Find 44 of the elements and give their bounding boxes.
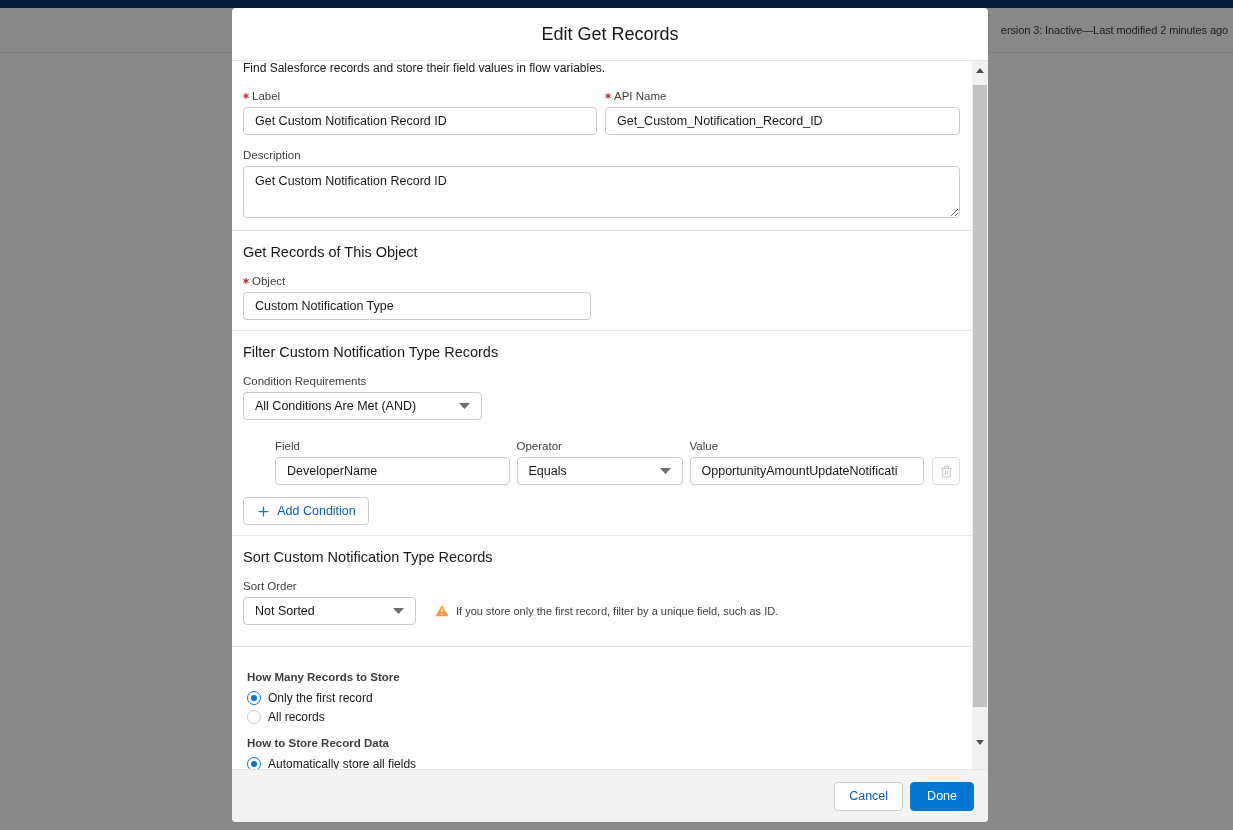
add-condition-button[interactable]: Add Condition bbox=[243, 497, 369, 525]
section-title: Sort Custom Notification Type Records bbox=[243, 549, 494, 565]
group-title: How Many Records to Store bbox=[247, 671, 401, 683]
plus-icon bbox=[256, 503, 272, 519]
scroll-up-icon[interactable] bbox=[976, 68, 984, 73]
radio-label: All records bbox=[268, 709, 325, 724]
field-label: Operator bbox=[516, 440, 562, 452]
field-label: Sort Order bbox=[243, 580, 297, 592]
section-title: Get Records of This Object bbox=[243, 244, 419, 260]
scrollbar[interactable] bbox=[972, 61, 988, 769]
scroll-down-icon[interactable] bbox=[976, 740, 984, 745]
field-label: Field bbox=[275, 440, 300, 452]
api-name-field[interactable]: Get_Custom_Notification_Record_ID bbox=[605, 107, 960, 135]
radio-button[interactable] bbox=[247, 756, 261, 769]
radio-label: Only the first record bbox=[268, 690, 373, 705]
object-field[interactable]: Custom Notification Type bbox=[243, 292, 591, 320]
group-title: How to Store Record Data bbox=[247, 737, 390, 749]
radio-button[interactable] bbox=[247, 709, 261, 724]
cancel-button[interactable]: Cancel bbox=[834, 781, 904, 811]
field-label: Object bbox=[252, 275, 286, 287]
field-label: API Name bbox=[614, 90, 667, 102]
value-field[interactable]: OpportunityAmountUpdateNotificati bbox=[689, 457, 925, 485]
label-field[interactable]: Get Custom Notification Record ID bbox=[243, 107, 597, 135]
radio-button[interactable] bbox=[247, 690, 261, 705]
version-status: ersion 3: Inactive—Last modified 2 minutes ago bbox=[1000, 24, 1228, 36]
section-title: Filter Custom Notification Type Records bbox=[243, 344, 500, 360]
field-label: Value bbox=[689, 440, 719, 452]
description-field[interactable]: Get Custom Notification Record ID bbox=[243, 166, 960, 218]
trash-icon bbox=[939, 464, 953, 478]
intro-text: Find Salesforce records and store their field values in flow variables. bbox=[243, 61, 607, 75]
caret-icon bbox=[659, 468, 671, 474]
field-label: Description bbox=[243, 149, 301, 161]
field-label: Label bbox=[252, 90, 281, 102]
caret-icon bbox=[393, 608, 404, 614]
dropdown[interactable]: All Conditions Are Met (AND) bbox=[243, 392, 482, 420]
done-button[interactable]: Done bbox=[910, 781, 974, 811]
condition-field[interactable]: DeveloperName bbox=[275, 457, 510, 485]
caret-icon bbox=[459, 403, 470, 409]
dropdown[interactable]: Not Sorted bbox=[243, 597, 416, 625]
field-label: Condition Requirements bbox=[243, 375, 367, 387]
dropdown[interactable]: Equals bbox=[516, 457, 683, 485]
warning-text: If you store only the first record, filter by a unique field, such as ID. bbox=[456, 605, 779, 617]
dialog-title: Edit Get Records bbox=[541, 23, 679, 45]
warning-icon bbox=[434, 603, 450, 619]
